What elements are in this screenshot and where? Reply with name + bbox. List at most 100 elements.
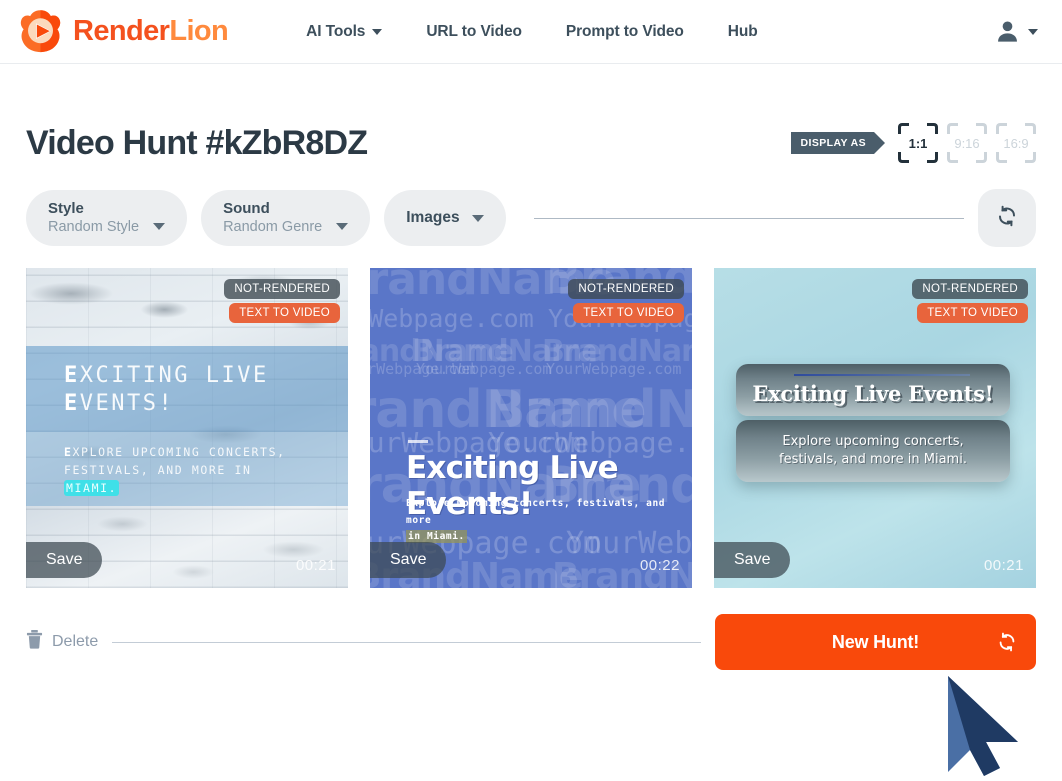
corner-bracket bbox=[898, 123, 909, 134]
save-button[interactable]: Save bbox=[26, 542, 103, 578]
type-badge: TEXT TO VIDEO bbox=[229, 303, 340, 323]
save-button-label: Save bbox=[390, 551, 427, 568]
aspect-ratio-group: 1:1 9:16 16:9 bbox=[898, 123, 1036, 163]
watermark-url: YourWebpage.com bbox=[546, 360, 682, 378]
corner-bracket bbox=[927, 123, 938, 134]
page-content: Video Hunt #kZbR8DZ DISPLAY AS 1:1 9:16 bbox=[0, 116, 1062, 670]
video-card-grid: EXCITING LIVE EVENTS! EXPLORE UPCOMING C… bbox=[26, 268, 1036, 588]
video-card[interactable]: EXCITING LIVE EVENTS! EXPLORE UPCOMING C… bbox=[26, 268, 348, 588]
nav-item-prompt-to-video[interactable]: Prompt to Video bbox=[566, 23, 684, 41]
video-duration: 00:21 bbox=[295, 557, 336, 574]
type-badge: TEXT TO VIDEO bbox=[917, 303, 1028, 323]
refresh-results-button[interactable] bbox=[978, 189, 1036, 247]
card-headline: EXCITING LIVE EVENTS! bbox=[64, 362, 269, 418]
card-body-line2: FESTIVALS, AND MORE IN bbox=[64, 462, 252, 477]
sound-dropdown[interactable]: Sound Random Genre bbox=[201, 190, 371, 246]
nav-item-label: URL to Video bbox=[426, 22, 522, 40]
card-headline-cap: E bbox=[64, 363, 80, 388]
footer-actions: Delete New Hunt! bbox=[26, 614, 1036, 670]
corner-bracket bbox=[947, 152, 958, 163]
main-nav: AI Tools URL to Video Prompt to Video Hu… bbox=[306, 23, 758, 41]
aspect-ratio-label: 16:9 bbox=[1003, 135, 1029, 151]
save-button[interactable]: Save bbox=[714, 542, 791, 578]
footer-divider bbox=[112, 641, 701, 643]
corner-bracket bbox=[996, 123, 1007, 134]
chevron-down-icon bbox=[471, 214, 484, 222]
delete-button[interactable]: Delete bbox=[26, 630, 98, 654]
title-row: Video Hunt #kZbR8DZ DISPLAY AS 1:1 9:16 bbox=[26, 116, 1036, 170]
status-badge: NOT-RENDERED bbox=[568, 279, 684, 299]
sound-dropdown-value: Random Genre bbox=[223, 219, 323, 236]
aspect-ratio-label: 1:1 bbox=[908, 135, 928, 151]
save-button-label: Save bbox=[734, 551, 771, 568]
style-dropdown-value: Random Style bbox=[48, 219, 140, 236]
panel-accent-line bbox=[794, 374, 970, 376]
new-hunt-button[interactable]: New Hunt! bbox=[715, 614, 1036, 670]
display-as-label: DISPLAY AS bbox=[790, 132, 886, 154]
save-button-label: Save bbox=[46, 551, 83, 568]
lion-play-logo-icon bbox=[17, 8, 64, 55]
corner-bracket bbox=[927, 152, 938, 163]
aspect-ratio-1-1[interactable]: 1:1 bbox=[898, 123, 938, 163]
watermark-url: YourWebpage.com bbox=[416, 360, 552, 378]
card-badges: NOT-RENDERED TEXT TO VIDEO bbox=[568, 279, 684, 323]
video-card[interactable]: BrandName BrandName YourWebpage.com Your… bbox=[370, 268, 692, 588]
aspect-ratio-16-9[interactable]: 16:9 bbox=[996, 123, 1036, 163]
save-button[interactable]: Save bbox=[370, 542, 447, 578]
refresh-icon bbox=[996, 631, 1018, 653]
app-header: Render Lion AI Tools URL to Video Prompt … bbox=[0, 0, 1062, 64]
corner-bracket bbox=[976, 152, 987, 163]
card-body-text: Explore upcoming concerts, festivals, an… bbox=[406, 496, 668, 546]
images-dropdown[interactable]: Images bbox=[384, 190, 506, 246]
style-dropdown[interactable]: Style Random Style bbox=[26, 190, 188, 246]
card-body-line1: Explore upcoming concerts, festivals, an… bbox=[406, 498, 666, 526]
filter-row: Style Random Style Sound Random Genre Im… bbox=[26, 189, 1036, 247]
card-body-line3: MIAMI. bbox=[64, 479, 120, 496]
nav-item-label: Prompt to Video bbox=[565, 22, 684, 40]
account-menu[interactable] bbox=[994, 18, 1038, 45]
nav-item-ai-tools[interactable]: AI Tools bbox=[306, 23, 383, 41]
type-badge: TEXT TO VIDEO bbox=[573, 303, 684, 323]
corner-bracket bbox=[947, 123, 958, 134]
chevron-down-icon bbox=[153, 223, 166, 230]
new-hunt-button-label: New Hunt! bbox=[831, 631, 920, 652]
video-duration: 00:21 bbox=[983, 557, 1024, 574]
corner-bracket bbox=[898, 152, 909, 163]
card-headline-line1: XCITING LIVE bbox=[79, 363, 269, 388]
corner-bracket bbox=[976, 123, 987, 134]
nav-item-label: Hub bbox=[727, 22, 758, 40]
sound-dropdown-label: Sound bbox=[223, 199, 270, 217]
style-dropdown-label: Style bbox=[48, 199, 84, 217]
chevron-down-icon bbox=[1028, 28, 1038, 35]
display-as-control: DISPLAY AS 1:1 9:16 16:9 bbox=[790, 123, 1036, 163]
nav-item-hub[interactable]: Hub bbox=[728, 23, 758, 41]
chevron-down-icon bbox=[336, 223, 349, 230]
page-title: Video Hunt #kZbR8DZ bbox=[26, 124, 368, 162]
delete-button-label: Delete bbox=[52, 633, 99, 650]
body-panel: Explore upcoming concerts, festivals, an… bbox=[736, 420, 1010, 482]
card-body-line1: XPLORE UPCOMING CONCERTS, bbox=[72, 445, 286, 459]
card-body-text: EXPLORE UPCOMING CONCERTS, FESTIVALS, AN… bbox=[64, 444, 314, 497]
aspect-ratio-9-16[interactable]: 9:16 bbox=[947, 123, 987, 163]
brand-word-lion: Lion bbox=[169, 15, 229, 47]
card-body-text: Explore upcoming concerts, festivals, an… bbox=[765, 433, 981, 468]
brand-wordmark: Render Lion bbox=[73, 15, 229, 47]
refresh-icon bbox=[995, 204, 1019, 233]
card-headline-line2: VENTS! bbox=[79, 391, 175, 417]
trash-icon bbox=[26, 630, 43, 654]
status-badge: NOT-RENDERED bbox=[224, 279, 340, 299]
card-body-cap: E bbox=[64, 445, 73, 459]
card-badges: NOT-RENDERED TEXT TO VIDEO bbox=[224, 279, 340, 323]
images-dropdown-label: Images bbox=[406, 209, 460, 227]
status-badge: NOT-RENDERED bbox=[912, 279, 1028, 299]
card-headline: Exciting Live Events! bbox=[752, 380, 994, 406]
aspect-ratio-label: 9:16 bbox=[954, 135, 980, 151]
video-duration: 00:22 bbox=[639, 557, 680, 574]
brand-logo[interactable]: Render Lion bbox=[17, 8, 229, 55]
chevron-down-icon bbox=[372, 28, 383, 35]
corner-bracket bbox=[1025, 123, 1036, 134]
corner-bracket bbox=[1025, 152, 1036, 163]
corner-bracket bbox=[996, 152, 1007, 163]
video-card[interactable]: Exciting Live Events! Explore upcoming c… bbox=[714, 268, 1036, 588]
nav-item-url-to-video[interactable]: URL to Video bbox=[426, 23, 522, 41]
